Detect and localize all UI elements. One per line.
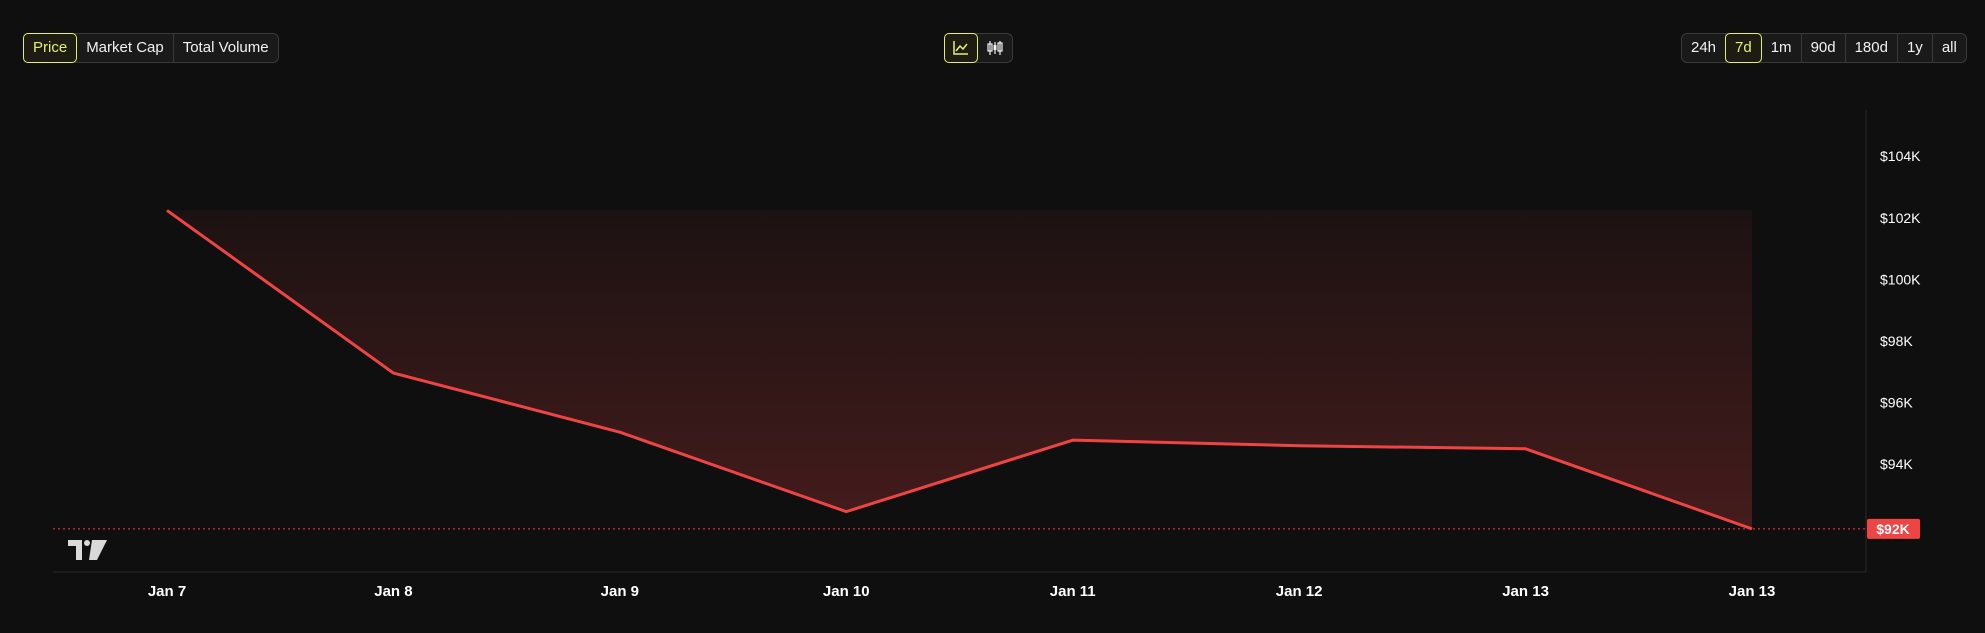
area-fill — [167, 210, 1752, 529]
y-tick-label: $104K — [1880, 148, 1921, 164]
x-tick-label: Jan 13 — [1502, 583, 1549, 600]
price-chart[interactable]: $104K $102K $100K $98K $96K $94K $92K Jan 7 Jan… — [0, 0, 1985, 633]
x-tick-label: Jan 11 — [1050, 583, 1096, 600]
y-tick-label: $96K — [1880, 395, 1913, 411]
y-tick-label: $98K — [1880, 333, 1913, 349]
x-tick-label: Jan 12 — [1276, 583, 1323, 600]
x-tick-label: Jan 8 — [374, 583, 412, 600]
y-tick-label: $94K — [1880, 456, 1913, 472]
x-tick-label: Jan 10 — [823, 583, 870, 600]
tradingview-logo[interactable] — [68, 540, 107, 560]
current-price-label: $92K — [1876, 521, 1909, 537]
y-tick-label: $102K — [1880, 210, 1921, 226]
x-tick-label: Jan 9 — [601, 583, 639, 600]
x-tick-label: Jan 13 — [1729, 583, 1776, 600]
x-tick-label: Jan 7 — [148, 583, 186, 600]
y-tick-label: $100K — [1880, 271, 1921, 287]
chart-widget: Price Market Cap Total Volume 24h 7d 1m … — [0, 0, 1985, 633]
